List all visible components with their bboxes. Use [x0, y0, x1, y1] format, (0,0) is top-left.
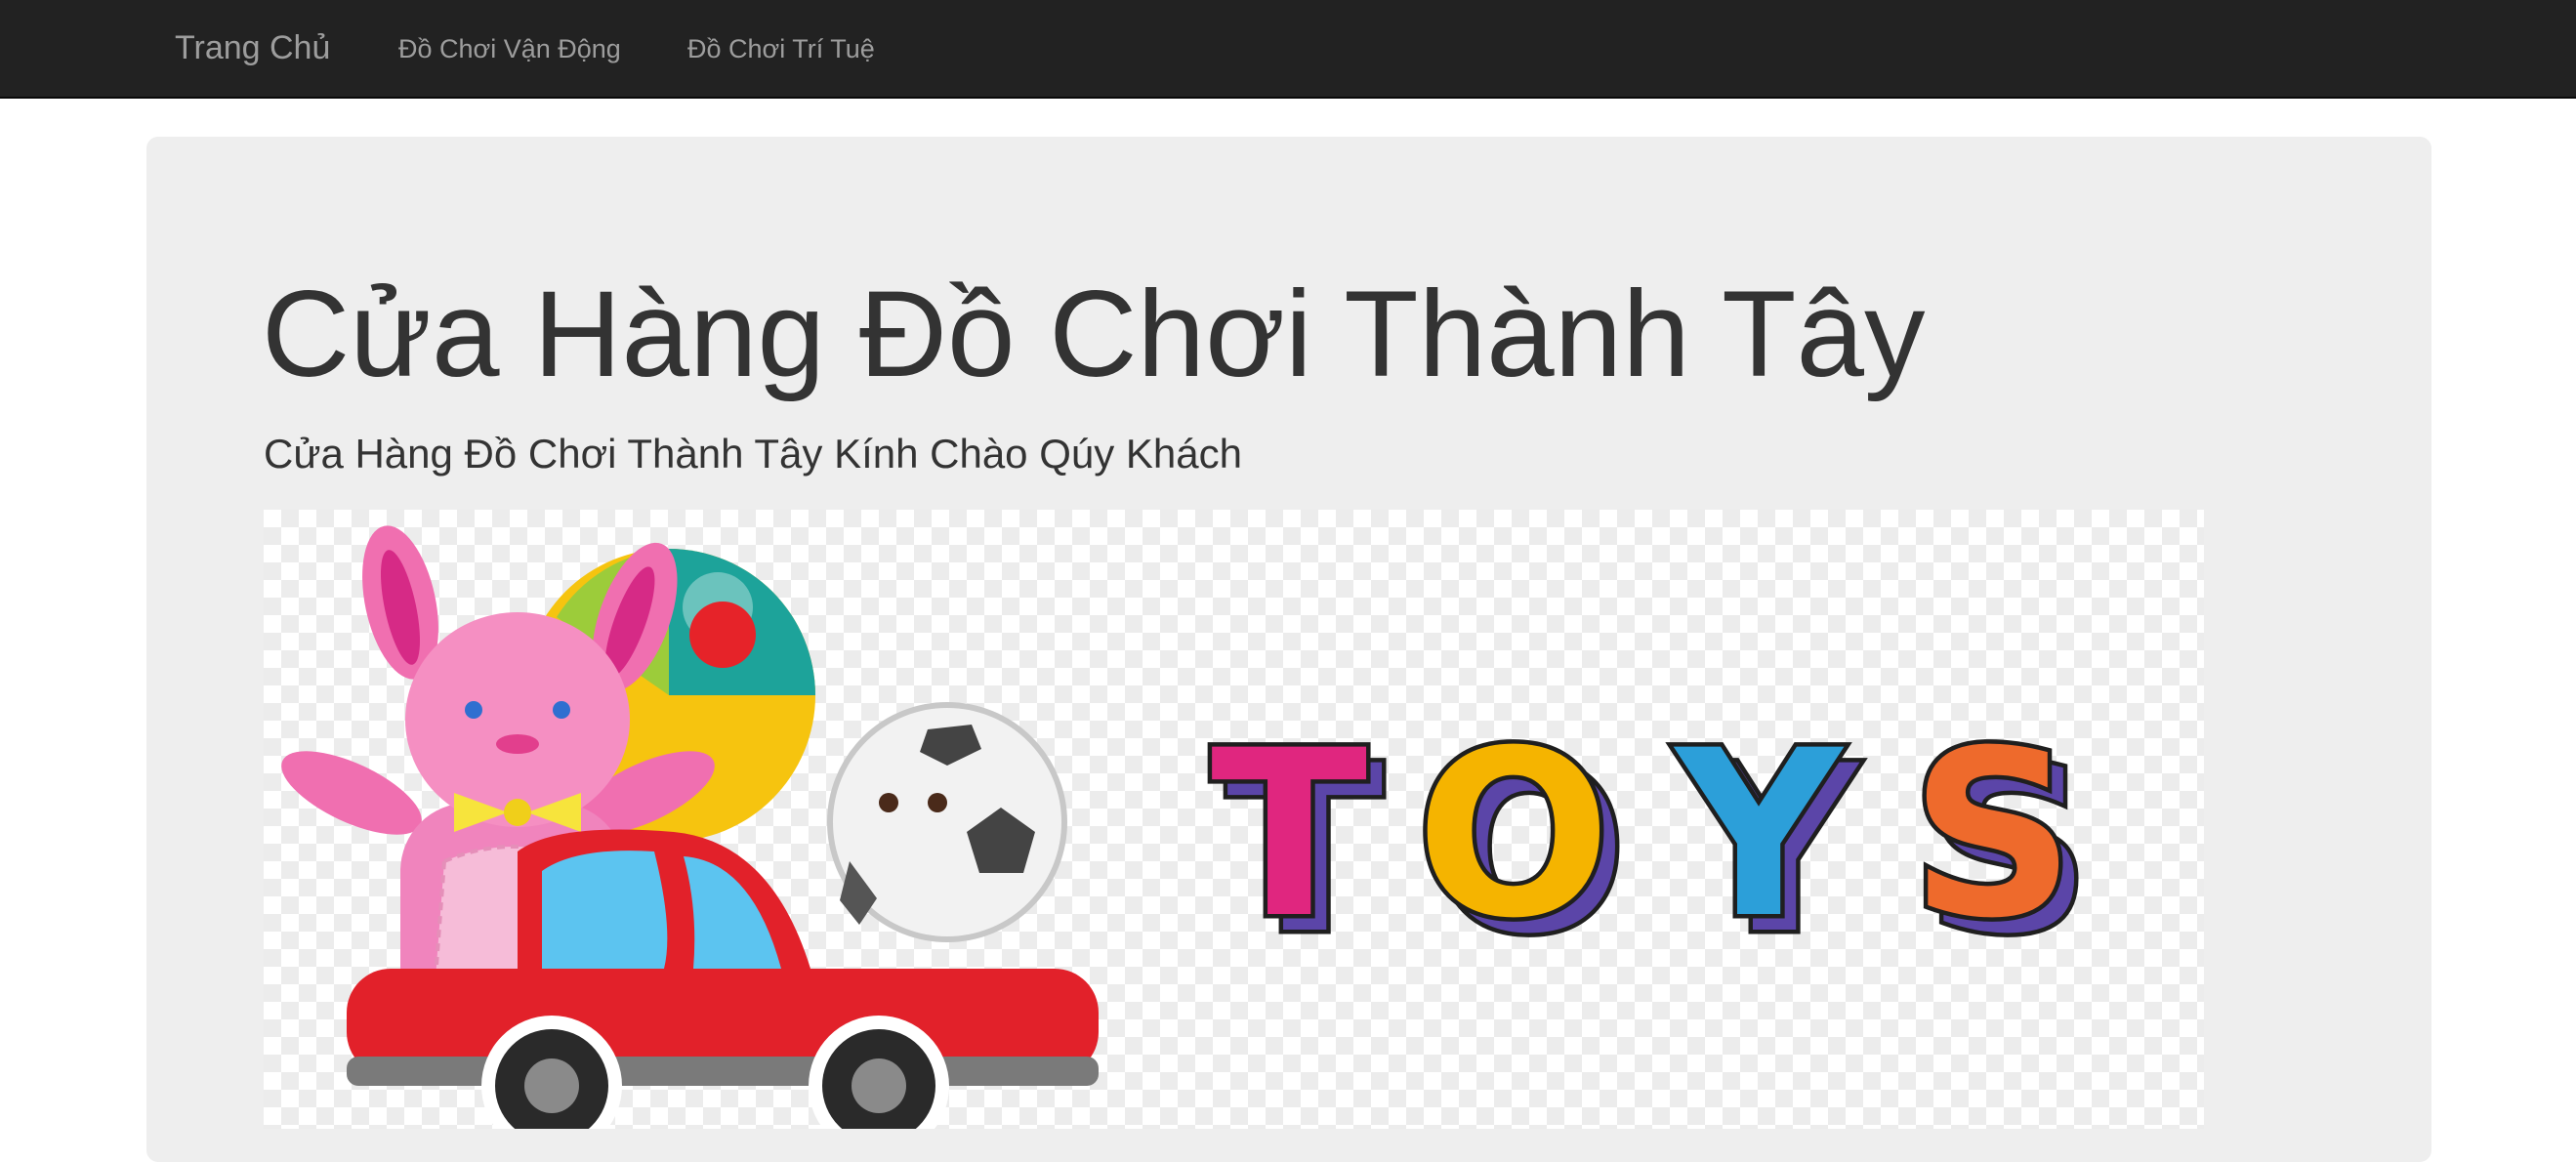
nav-brand-home[interactable]: Trang Chủ [175, 25, 330, 70]
toys-letter-t: T [1211, 702, 1367, 969]
soccer-ball-icon [827, 702, 1067, 942]
toys-letter-s: S [1910, 702, 2075, 969]
nav-link-motor-toys[interactable]: Đồ Chơi Vận Động [398, 30, 621, 67]
toys-letter-o: O [1416, 702, 1611, 969]
top-navbar: Trang Chủ Đồ Chơi Vận Động Đồ Chơi Trí T… [0, 0, 2576, 99]
page-title: Cửa Hàng Đồ Chơi Thành Tây [262, 267, 1926, 402]
nav-link-educational-toys[interactable]: Đồ Chơi Trí Tuệ [687, 30, 875, 67]
toys-illustration: T T O O Y Y S S [281, 525, 2096, 1129]
page-subtitle: Cửa Hàng Đồ Chơi Thành Tây Kính Chào Qúy… [264, 431, 1242, 477]
hero-image: T T O O Y Y S S [264, 510, 2204, 1129]
toys-letter-y: Y [1673, 702, 1845, 969]
toys-wordmark: T T O O Y Y S S [1207, 698, 2096, 989]
